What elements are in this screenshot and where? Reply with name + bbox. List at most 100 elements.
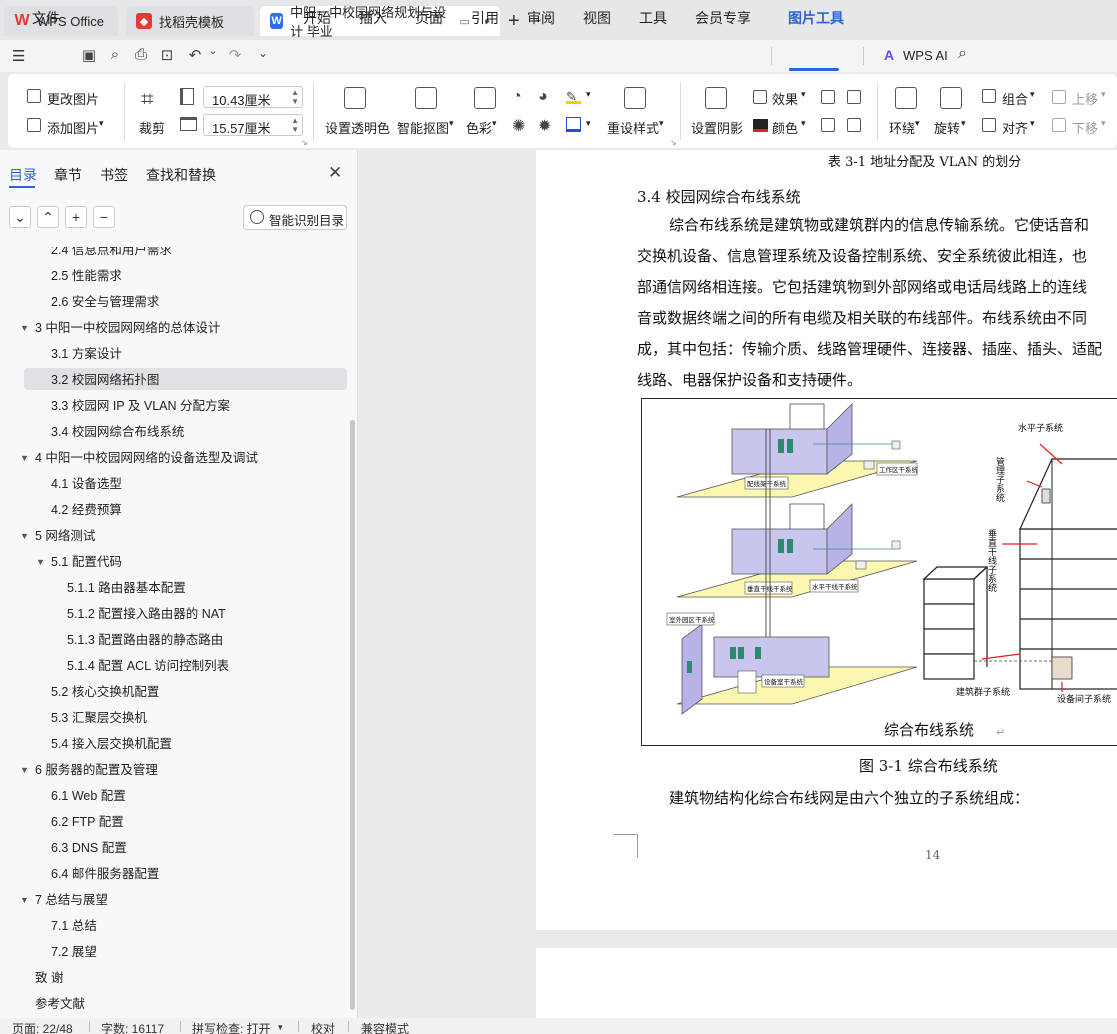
move-down-button[interactable]: 下移 bbox=[1072, 118, 1098, 137]
menu-start[interactable]: 开始 bbox=[303, 8, 331, 28]
reset-style-button[interactable]: 重设样式 bbox=[607, 118, 659, 137]
toc-expand-arrow-icon[interactable]: ▼ bbox=[20, 895, 29, 905]
style-dialog-launcher-icon[interactable]: ↘ bbox=[670, 138, 677, 147]
undo-dropdown-icon[interactable]: ⌄ bbox=[204, 46, 222, 64]
toc-item[interactable]: 7.1 总结 bbox=[51, 915, 97, 937]
contrast-down-icon[interactable]: ✹ bbox=[538, 116, 551, 136]
brightness-down-icon[interactable]: ◕ bbox=[538, 88, 548, 106]
set-shadow-button[interactable]: 设置阴影 bbox=[691, 118, 743, 137]
toc-item[interactable]: 7.2 展望 bbox=[51, 941, 97, 963]
toc-item[interactable]: 5.1.1 路由器基本配置 bbox=[67, 577, 186, 599]
hamburger-menu-icon[interactable]: ☰ bbox=[12, 47, 25, 65]
more-chevron-icon[interactable]: ⌄ bbox=[254, 46, 272, 64]
border-color-icon[interactable] bbox=[566, 117, 581, 132]
collapse-down-icon[interactable]: ⌄ bbox=[9, 206, 31, 228]
figure-caption[interactable]: 图 3-1 综合布线系统 bbox=[859, 755, 998, 776]
toc-item[interactable]: 3.3 校园网 IP 及 VLAN 分配方案 bbox=[51, 395, 230, 417]
chevron-down-icon[interactable]: ▾ bbox=[449, 118, 454, 129]
effect-button[interactable]: 效果 bbox=[772, 89, 798, 108]
chevron-down-icon[interactable]: ▾ bbox=[961, 118, 966, 129]
save-icon[interactable]: ▣ bbox=[80, 46, 98, 64]
toc-item[interactable]: 2.5 性能需求 bbox=[51, 265, 122, 287]
search-icon[interactable]: ⌕ bbox=[958, 45, 967, 63]
toc-item[interactable]: 致 谢 bbox=[35, 967, 63, 989]
chevron-down-icon[interactable]: ▾ bbox=[801, 118, 806, 129]
cabling-figure[interactable]: 配线架干系统 工作区干系统 垂直干线干系统 水平干线干系统 室外园区干系统 设备… bbox=[641, 398, 1117, 746]
toc-item[interactable]: 5 网络测试 bbox=[35, 525, 95, 547]
move-up-button[interactable]: 上移 bbox=[1072, 89, 1098, 108]
toc-item[interactable]: 6.4 邮件服务器配置 bbox=[51, 863, 159, 885]
toc-item[interactable]: 3 中阳一中校园网网络的总体设计 bbox=[35, 317, 220, 339]
chevron-down-icon[interactable]: ▾ bbox=[586, 89, 591, 100]
tab-template-store[interactable]: ◆ 找稻壳模板 bbox=[126, 6, 254, 36]
height-spinner[interactable]: ▲ ▼ bbox=[291, 116, 299, 134]
menu-review[interactable]: 审阅 bbox=[527, 8, 555, 28]
width-input[interactable]: 10.43厘米 ▲ ▼ bbox=[203, 86, 303, 108]
chevron-down-icon[interactable]: ▾ bbox=[1101, 89, 1106, 100]
close-icon[interactable]: ✕ bbox=[328, 163, 342, 183]
smart-toc-button[interactable]: 智能识别目录 bbox=[243, 205, 347, 230]
status-word-count[interactable]: 字数: 16117 bbox=[101, 1020, 164, 1034]
shadow-left-icon[interactable] bbox=[821, 118, 835, 132]
smart-cutout-button[interactable]: 智能抠图 bbox=[397, 118, 449, 137]
chevron-down-icon[interactable]: ▾ bbox=[915, 118, 920, 129]
toc-expand-arrow-icon[interactable]: ▼ bbox=[20, 765, 29, 775]
chevron-down-icon[interactable]: ▾ bbox=[586, 118, 591, 129]
chevron-down-icon[interactable]: ▾ bbox=[492, 118, 497, 129]
height-input[interactable]: 15.57厘米 ▲ ▼ bbox=[203, 114, 303, 136]
chevron-down-icon[interactable]: ▾ bbox=[659, 118, 664, 129]
width-spinner[interactable]: ▲ ▼ bbox=[291, 88, 299, 106]
size-dialog-launcher-icon[interactable]: ↘ bbox=[301, 138, 308, 147]
paragraph-line-4[interactable]: 音或数据终端之间的所有电缆及相关联的布线部件。布线系统由不同 bbox=[637, 307, 1087, 328]
toc-item[interactable]: 3.4 校园网综合布线系统 bbox=[51, 421, 184, 443]
toc-item[interactable]: 4.1 设备选型 bbox=[51, 473, 122, 495]
print-icon[interactable]: ⎙ bbox=[132, 46, 150, 64]
tab-bookmarks[interactable]: 书签 bbox=[100, 165, 128, 185]
toc-item[interactable]: 3.1 方案设计 bbox=[51, 343, 122, 365]
print-preview-icon[interactable]: ⊡ bbox=[158, 46, 176, 64]
tab-chapters[interactable]: 章节 bbox=[54, 165, 82, 185]
set-transparent-button[interactable]: 设置透明色 bbox=[325, 118, 390, 137]
menu-file[interactable]: 文件 bbox=[32, 8, 60, 28]
menu-insert[interactable]: 插入 bbox=[359, 8, 387, 28]
paragraph-line-3[interactable]: 部通信网络相连接。它包括建筑物到外部网络或电话局线路上的连线 bbox=[637, 276, 1087, 297]
redo-icon[interactable]: ↷ bbox=[226, 46, 244, 64]
align-button[interactable]: 对齐 bbox=[1002, 118, 1028, 137]
export-icon[interactable]: ⌕ bbox=[106, 46, 124, 64]
menu-view[interactable]: 视图 bbox=[583, 8, 611, 28]
toc-item[interactable]: 参考文献 bbox=[35, 993, 85, 1015]
new-tab-button[interactable]: + bbox=[508, 10, 520, 33]
tab-toc[interactable]: 目录 bbox=[9, 165, 37, 185]
rotate-button[interactable]: 旋转 bbox=[934, 118, 960, 137]
chevron-down-icon[interactable]: ▾ bbox=[801, 89, 806, 100]
paragraph-line-2[interactable]: 交换机设备、信息管理系统及设备控制系统、安全系统彼此相连，也 bbox=[637, 245, 1087, 266]
change-picture-button[interactable]: 更改图片 bbox=[47, 89, 99, 108]
toc-item[interactable]: 5.2 核心交换机配置 bbox=[51, 681, 159, 703]
tab-wps-office[interactable]: W WPS Office bbox=[4, 6, 118, 36]
brightness-up-icon[interactable]: ◔ bbox=[512, 88, 522, 106]
chevron-down-icon[interactable]: ▾ bbox=[278, 1022, 283, 1033]
toc-item[interactable]: 5.1.3 配置路由器的静态路由 bbox=[67, 629, 223, 651]
add-heading-icon[interactable]: + bbox=[65, 206, 87, 228]
menu-page[interactable]: 页面 bbox=[415, 8, 443, 28]
toc-item[interactable]: 2.4 信息点和用户需求 bbox=[51, 247, 172, 261]
crop-button[interactable]: 裁剪 bbox=[139, 118, 165, 137]
shadow-right-icon[interactable] bbox=[847, 118, 861, 132]
toc-item[interactable]: 4.2 经费预算 bbox=[51, 499, 122, 521]
toc-expand-arrow-icon[interactable]: ▼ bbox=[20, 453, 29, 463]
toc-item[interactable]: 5.3 汇聚层交换机 bbox=[51, 707, 147, 729]
menu-tools[interactable]: 工具 bbox=[639, 8, 667, 28]
wrap-text-button[interactable]: 环绕 bbox=[889, 118, 915, 137]
toc-expand-arrow-icon[interactable]: ▼ bbox=[20, 323, 29, 333]
shadow-down-icon[interactable] bbox=[847, 90, 861, 104]
toc-item[interactable]: 6.2 FTP 配置 bbox=[51, 811, 124, 833]
toc-item[interactable]: 4 中阳一中校园网网络的设备选型及调试 bbox=[35, 447, 258, 469]
section-heading[interactable]: 3.4 校园网综合布线系统 bbox=[637, 186, 801, 207]
color-button[interactable]: 色彩 bbox=[466, 118, 492, 137]
toc-expand-arrow-icon[interactable]: ▼ bbox=[36, 557, 45, 567]
highlight-color-icon[interactable]: ✎ bbox=[566, 89, 581, 104]
add-picture-button[interactable]: 添加图片 bbox=[47, 118, 99, 137]
paragraph-after-figure[interactable]: 建筑物结构化综合布线网是由六个独立的子系统组成： bbox=[669, 787, 1029, 808]
contrast-up-icon[interactable]: ✺ bbox=[512, 116, 525, 136]
paragraph-line-5[interactable]: 成，其中包括：传输介质、线路管理硬件、连接器、插座、插头、适配 bbox=[637, 338, 1102, 359]
